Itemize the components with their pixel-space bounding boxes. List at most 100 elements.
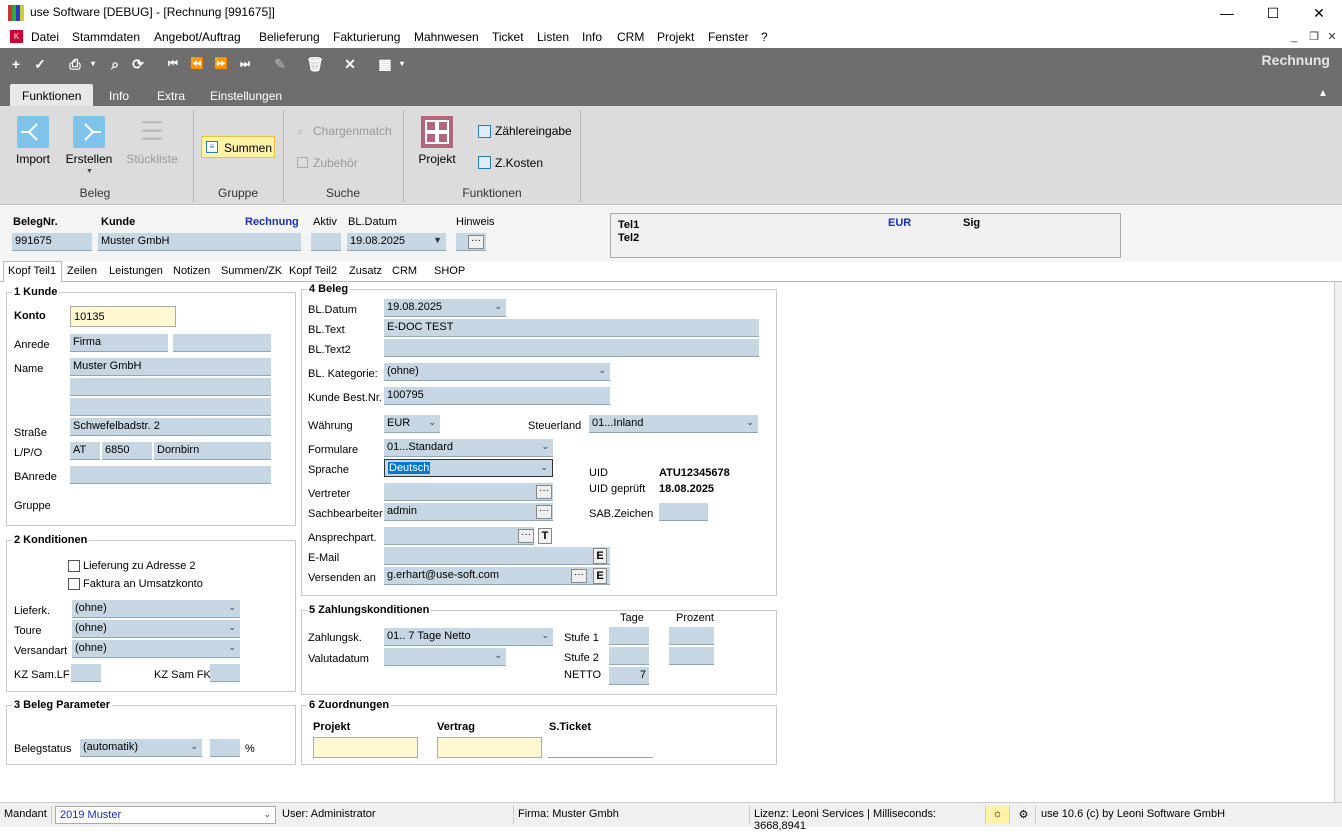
menu-ticket[interactable]: Ticket xyxy=(492,30,524,44)
cancel-icon[interactable]: ✕ xyxy=(341,55,359,73)
tab-zusatz[interactable]: Zusatz xyxy=(349,265,382,277)
maximize-button[interactable]: ☐ xyxy=(1250,0,1296,26)
formulare-select[interactable]: 01...Standard ⌄ xyxy=(384,439,553,457)
chevron-down-icon[interactable]: ⌄ xyxy=(228,622,236,633)
lieferk-select[interactable]: (ohne) ⌄ xyxy=(72,600,240,618)
versenden-e-button[interactable]: E xyxy=(593,568,607,584)
bldatum-header-field[interactable]: 19.08.2025 ▼ xyxy=(347,233,446,251)
tab-notizen[interactable]: Notizen xyxy=(173,265,210,277)
tab-extra[interactable]: Extra xyxy=(157,89,185,103)
sticket-field[interactable] xyxy=(548,737,653,758)
menu-listen[interactable]: Listen xyxy=(537,30,569,44)
banrede-field[interactable] xyxy=(70,466,271,484)
versandart-select[interactable]: (ohne) ⌄ xyxy=(72,640,240,658)
projekt-icon[interactable] xyxy=(421,116,453,148)
kategorie-select[interactable]: (ohne) ⌄ xyxy=(384,363,610,381)
kzlf-field[interactable] xyxy=(71,664,101,682)
bltext-field[interactable]: E-DOC TEST xyxy=(384,319,759,337)
close-button[interactable]: ✕ xyxy=(1296,0,1342,26)
mdi-close-button[interactable]: ✕ xyxy=(1324,30,1340,44)
menu-info[interactable]: Info xyxy=(582,30,602,44)
belegnr-field[interactable]: 991675 xyxy=(12,233,92,251)
zahlungsk-select[interactable]: 01.. 7 Tage Netto ⌄ xyxy=(384,628,553,646)
menu-projekt[interactable]: Projekt xyxy=(657,30,694,44)
tab-crm[interactable]: CRM xyxy=(392,265,417,277)
collapse-ribbon-icon[interactable]: ▲ xyxy=(1318,88,1328,99)
menu-stammdaten[interactable]: Stammdaten xyxy=(72,30,140,44)
sachbearbeiter-field[interactable]: admin xyxy=(384,503,553,521)
land-field[interactable]: AT xyxy=(70,442,100,460)
menu-belieferung[interactable]: Belieferung xyxy=(259,30,320,44)
ort-field[interactable]: Dornbirn xyxy=(154,442,271,460)
zaehlereingabe-button[interactable]: Zählereingabe xyxy=(495,124,572,138)
chevron-down-icon[interactable]: ⌄ xyxy=(746,417,754,428)
belegstatus-select[interactable]: (automatik) ⌄ xyxy=(80,739,202,757)
import-icon[interactable] xyxy=(17,116,49,148)
edit-icon[interactable]: ✎ xyxy=(271,55,289,73)
stufe1-tage-field[interactable] xyxy=(609,627,649,645)
plz-field[interactable]: 6850 xyxy=(102,442,152,460)
zubehoer-button[interactable]: Zubehör xyxy=(313,156,358,170)
toure-select[interactable]: (ohne) ⌄ xyxy=(72,620,240,638)
percent-field[interactable] xyxy=(210,739,240,757)
new-icon[interactable]: + xyxy=(7,55,25,73)
email-e-button[interactable]: E xyxy=(593,548,607,564)
lieferung-checkbox[interactable] xyxy=(68,560,80,572)
hinweis-field[interactable]: ··· xyxy=(456,233,486,251)
chevron-down-icon[interactable]: ⌄ xyxy=(541,630,549,641)
ansprech-t-button[interactable]: T xyxy=(538,528,552,544)
menu-fenster[interactable]: Fenster xyxy=(708,30,749,44)
prev-record-icon[interactable]: ⏪ xyxy=(188,55,206,73)
connection-icon[interactable]: ⚙ xyxy=(1012,806,1036,824)
last-record-icon[interactable]: ⏭ xyxy=(236,55,254,73)
menu-angebot[interactable]: Angebot/Auftrag xyxy=(154,30,241,44)
mdi-restore-button[interactable]: ❐ xyxy=(1306,30,1322,44)
chevron-down-icon[interactable]: ⌄ xyxy=(494,650,502,661)
name1-field[interactable]: Muster GmbH xyxy=(70,358,271,376)
menu-help[interactable]: ? xyxy=(761,30,768,44)
save-check-icon[interactable]: ✓ xyxy=(31,55,49,73)
print-dropdown-icon[interactable]: ▾ xyxy=(88,55,98,73)
chevron-down-icon[interactable]: ⌄ xyxy=(228,642,236,653)
kunde-field[interactable]: Muster GmbH xyxy=(98,233,301,251)
tab-leistungen[interactable]: Leistungen xyxy=(109,265,163,277)
stueckliste-button[interactable]: Stückliste xyxy=(124,152,180,166)
vertreter-field[interactable] xyxy=(384,483,553,501)
chevron-down-icon[interactable]: ⌄ xyxy=(190,741,198,752)
vertreter-more-icon[interactable]: ··· xyxy=(536,485,552,499)
bestnr-field[interactable]: 100795 xyxy=(384,387,610,405)
import-button[interactable]: Import xyxy=(12,152,54,166)
chevron-down-icon[interactable]: ▼ xyxy=(433,235,442,245)
mdi-minimize-button[interactable]: _ xyxy=(1286,30,1302,44)
stufe2-tage-field[interactable] xyxy=(609,647,649,665)
versenden-more-icon[interactable]: ··· xyxy=(571,569,587,583)
sprache-select[interactable]: Deutsch ⌄ xyxy=(384,459,553,477)
vertical-scrollbar[interactable] xyxy=(1334,282,1342,802)
tab-kopf-teil2[interactable]: Kopf Teil2 xyxy=(289,265,337,277)
refresh-icon[interactable]: ⟳ xyxy=(129,55,147,73)
chevron-down-icon[interactable]: ⌄ xyxy=(428,417,436,428)
projekt-button[interactable]: Projekt xyxy=(414,152,460,166)
projekt-field[interactable] xyxy=(313,737,418,758)
stufe1-prozent-field[interactable] xyxy=(669,627,714,645)
chargenmatch-button[interactable]: Chargenmatch xyxy=(313,124,392,138)
valuta-select[interactable]: ⌄ xyxy=(384,648,506,666)
grid-dropdown-icon[interactable]: ▾ xyxy=(397,55,407,73)
chevron-down-icon[interactable]: ⌄ xyxy=(494,301,502,312)
stufe2-prozent-field[interactable] xyxy=(669,647,714,665)
mandant-select[interactable]: 2019 Muster ⌄ xyxy=(55,806,276,824)
tab-zeilen[interactable]: Zeilen xyxy=(67,265,97,277)
chevron-down-icon[interactable]: ⌄ xyxy=(541,441,549,452)
tab-summen-zk[interactable]: Summen/ZK xyxy=(221,265,282,277)
menu-crm[interactable]: CRM xyxy=(617,30,644,44)
sab-field[interactable] xyxy=(659,503,708,521)
next-record-icon[interactable]: ⏩ xyxy=(212,55,230,73)
sachbearbeiter-more-icon[interactable]: ··· xyxy=(536,505,552,519)
print-icon[interactable]: ⎙ xyxy=(66,55,84,73)
waehrung-select[interactable]: EUR ⌄ xyxy=(384,415,440,433)
erstellen-button[interactable]: Erstellen xyxy=(64,152,114,166)
steuerland-select[interactable]: 01...Inland ⌄ xyxy=(589,415,758,433)
anrede2-field[interactable] xyxy=(173,334,271,352)
chevron-down-icon[interactable]: ⌄ xyxy=(228,602,236,613)
delete-icon[interactable]: 🗑 xyxy=(306,55,324,73)
